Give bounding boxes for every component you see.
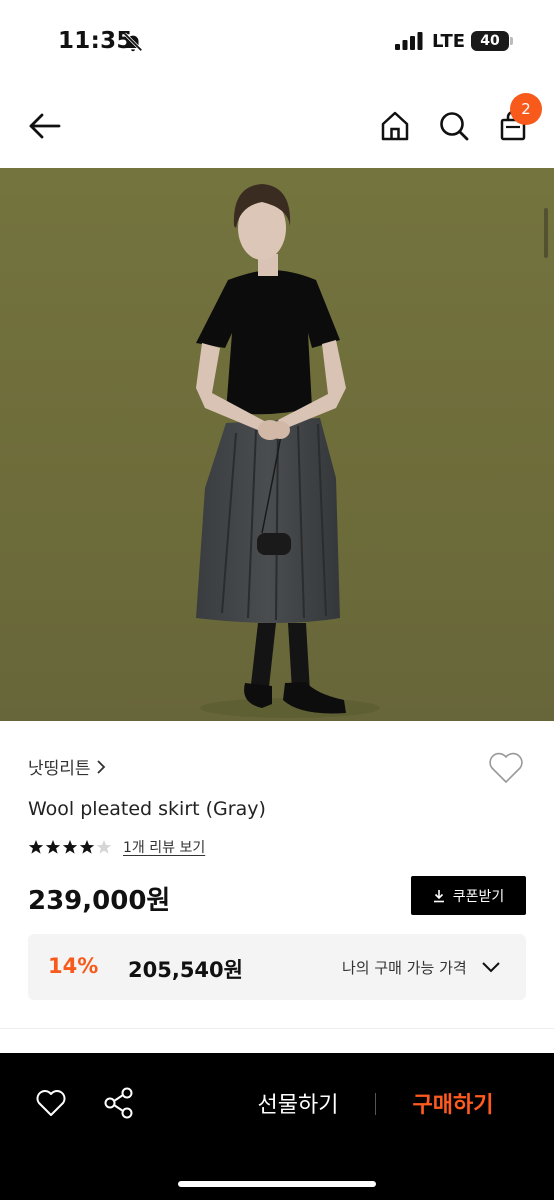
- wishlist-button[interactable]: [486, 748, 526, 788]
- brand-name: 낫띵리튼: [28, 759, 91, 779]
- product-name: Wool pleated skirt (Gray): [28, 798, 266, 820]
- image-scroll-indicator: [544, 208, 548, 258]
- chevron-right-icon: [96, 759, 105, 774]
- star-icon: [28, 840, 44, 854]
- gift-button[interactable]: 선물하기: [240, 1085, 356, 1121]
- discount-rate: 14%: [48, 954, 99, 978]
- bottom-wishlist-button[interactable]: [34, 1086, 68, 1120]
- home-icon: [381, 111, 409, 141]
- product-photo: [0, 168, 554, 721]
- cart-count-badge: 2: [510, 93, 542, 125]
- divider: [0, 1028, 554, 1029]
- bottom-separator: [375, 1093, 376, 1115]
- arrow-left-icon: [29, 113, 61, 139]
- bell-slash-icon: [123, 32, 143, 52]
- star-icon: [62, 840, 78, 854]
- my-price-box[interactable]: 14% 205,540원 나의 구매 가능 가격: [28, 934, 526, 1000]
- search-icon: [440, 112, 469, 141]
- coupon-label: 쿠폰받기: [452, 888, 505, 905]
- heart-icon: [36, 1090, 66, 1116]
- brand-link[interactable]: 낫띵리튼: [28, 754, 107, 779]
- star-icon: [96, 840, 112, 854]
- sale-price: 205,540원: [128, 958, 243, 982]
- status-bar: 11:35 LTE 40: [0, 0, 554, 84]
- share-button[interactable]: [103, 1086, 135, 1120]
- bottom-action-bar: 선물하기 구매하기: [0, 1053, 554, 1200]
- review-link[interactable]: 1개 리뷰 보기: [123, 837, 205, 857]
- coupon-button[interactable]: 쿠폰받기: [411, 876, 526, 915]
- star-icon: [45, 840, 61, 854]
- product-image[interactable]: [0, 168, 554, 721]
- network-label: LTE: [432, 31, 466, 52]
- home-indicator: [178, 1181, 376, 1187]
- home-button[interactable]: [377, 108, 413, 144]
- chevron-down-icon: [482, 962, 500, 973]
- share-icon: [104, 1087, 133, 1119]
- rating-row: 1개 리뷰 보기: [28, 837, 205, 857]
- battery-icon: 40: [471, 31, 509, 51]
- top-nav: [0, 84, 554, 168]
- heart-icon: [489, 752, 523, 783]
- star-rating: [28, 839, 113, 855]
- my-price-label: 나의 구매 가능 가격: [342, 959, 467, 977]
- download-icon: [433, 889, 444, 902]
- buy-button[interactable]: 구매하기: [396, 1085, 510, 1121]
- product-price: 239,000원: [28, 886, 171, 916]
- back-button[interactable]: [26, 108, 62, 144]
- search-button[interactable]: [436, 108, 472, 144]
- star-icon: [79, 840, 95, 854]
- signal-icon: [395, 32, 423, 50]
- battery-tip: [510, 37, 513, 45]
